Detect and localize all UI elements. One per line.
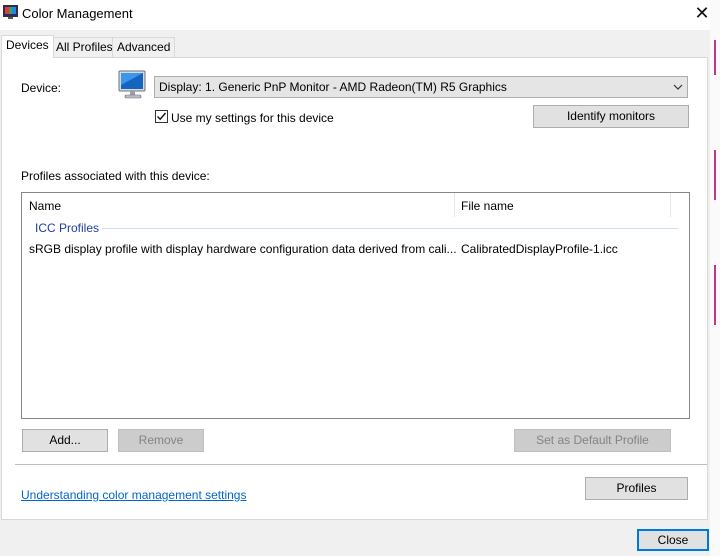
use-my-settings-label[interactable]: Use my settings for this device <box>171 111 334 125</box>
profiles-button[interactable]: Profiles <box>585 477 688 500</box>
device-select[interactable]: Display: 1. Generic PnP Monitor - AMD Ra… <box>154 76 688 98</box>
column-separator[interactable] <box>454 193 455 217</box>
profiles-section-label: Profiles associated with this device: <box>21 169 210 183</box>
remove-button[interactable]: Remove <box>118 429 204 452</box>
set-default-profile-button[interactable]: Set as Default Profile <box>514 429 671 452</box>
group-header-icc-profiles[interactable]: ICC Profiles <box>35 221 99 235</box>
divider <box>15 464 707 465</box>
color-management-app-icon <box>3 5 18 20</box>
tab-devices[interactable]: Devices <box>1 35 54 58</box>
add-button[interactable]: Add... <box>22 429 108 452</box>
device-select-value: Display: 1. Generic PnP Monitor - AMD Ra… <box>159 80 507 94</box>
table-row[interactable]: sRGB display profile with display hardwa… <box>22 240 689 258</box>
background-accent-line <box>714 150 716 200</box>
device-label: Device: <box>21 81 62 95</box>
window-title: Color Management <box>22 6 133 21</box>
profile-file-cell: CalibratedDisplayProfile-1.icc <box>461 242 618 256</box>
column-header-name[interactable]: Name <box>29 199 61 213</box>
color-management-window: Color Management ✕ Devices All Profiles … <box>0 0 710 556</box>
monitor-icon <box>117 69 149 101</box>
checkmark-icon <box>157 112 167 121</box>
tab-all-profiles[interactable]: All Profiles <box>51 37 118 57</box>
chevron-down-icon <box>671 79 685 95</box>
background-accent-line <box>714 40 716 75</box>
close-button[interactable]: Close <box>637 529 709 551</box>
close-icon[interactable]: ✕ <box>691 3 713 25</box>
understanding-color-management-link[interactable]: Understanding color management settings <box>21 488 246 502</box>
background-accent-line <box>714 265 716 325</box>
tab-advanced[interactable]: Advanced <box>112 37 176 57</box>
use-my-settings-checkbox[interactable] <box>155 110 168 123</box>
column-separator[interactable] <box>670 193 671 217</box>
identify-monitors-button[interactable]: Identify monitors <box>533 105 689 128</box>
title-bar[interactable]: Color Management <box>0 0 710 30</box>
column-header-file-name[interactable]: File name <box>461 199 514 213</box>
profiles-list[interactable]: Name File name ICC Profiles sRGB display… <box>21 192 690 419</box>
group-header-line <box>102 228 678 229</box>
dialog-footer <box>0 521 710 556</box>
profile-name-cell: sRGB display profile with display hardwa… <box>29 242 457 256</box>
